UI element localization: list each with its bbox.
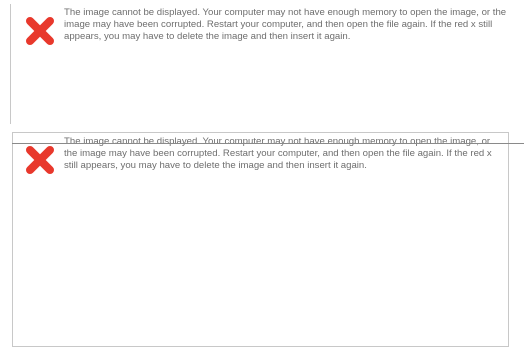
broken-image-message: The image cannot be displayed. Your comp… — [64, 136, 492, 172]
horizontal-rule — [12, 143, 524, 144]
red-x-icon — [26, 146, 54, 174]
broken-image-placeholder-1: The image cannot be displayed. Your comp… — [10, 4, 524, 124]
red-x-icon — [26, 17, 54, 45]
broken-image-placeholder-2: The image cannot be displayed. Your comp… — [12, 132, 509, 347]
broken-image-message: The image cannot be displayed. Your comp… — [64, 7, 507, 43]
